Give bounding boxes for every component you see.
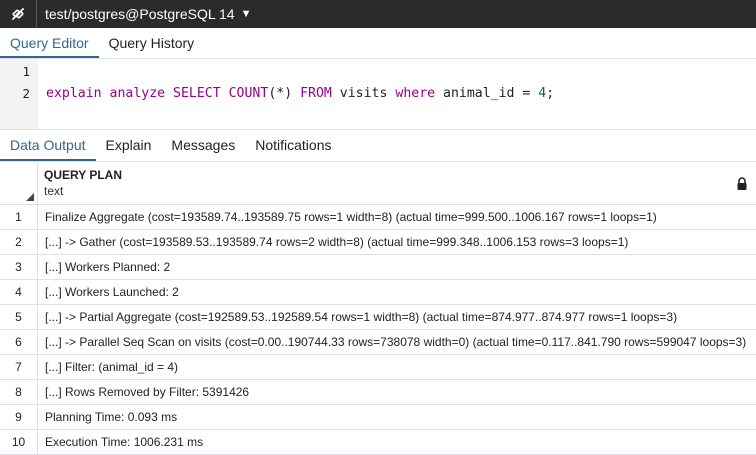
row-number[interactable]: 9 — [0, 405, 38, 429]
table-row[interactable]: 4 [...] Workers Launched: 2 — [0, 280, 756, 305]
sql-token: visits — [331, 86, 396, 101]
editor-tabs: Query Editor Query History — [0, 28, 756, 59]
row-number[interactable]: 2 — [0, 230, 38, 254]
query-plan-cell[interactable]: Execution Time: 1006.231 ms — [38, 430, 756, 454]
tab-notifications[interactable]: Notifications — [245, 130, 341, 161]
editor-line-1[interactable]: 1 — [0, 61, 756, 83]
line-number: 1 — [22, 64, 30, 79]
table-row[interactable]: 10 Execution Time: 1006.231 ms — [0, 430, 756, 455]
query-plan-cell[interactable]: [...] -> Parallel Seq Scan on visits (co… — [38, 330, 756, 354]
query-plan-cell[interactable]: [...] Rows Removed by Filter: 5391426 — [38, 380, 756, 404]
query-plan-cell[interactable]: [...] -> Gather (cost=193589.53..193589.… — [38, 230, 756, 254]
sql-keyword: explain analyze SELECT COUNT — [46, 86, 269, 101]
select-all-corner[interactable] — [0, 162, 38, 204]
table-row[interactable]: 5 [...] -> Partial Aggregate (cost=192589… — [0, 305, 756, 330]
row-number[interactable]: 1 — [0, 205, 38, 229]
sql-statement: explain analyze SELECT COUNT(*) FROM vis… — [46, 83, 554, 105]
query-plan-cell[interactable]: [...] -> Partial Aggregate (cost=192589.… — [38, 305, 756, 329]
results-grid: QUERY PLAN text 1 Finalize Aggregate (cos… — [0, 162, 756, 455]
column-header-query-plan[interactable]: QUERY PLAN text — [38, 162, 756, 204]
query-plan-cell[interactable]: [...] Workers Planned: 2 — [38, 255, 756, 279]
grid-body: 1 Finalize Aggregate (cost=193589.74..193… — [0, 205, 756, 455]
connection-selector[interactable]: test/postgres@PostgreSQL 14 ▼ — [45, 6, 251, 22]
query-plan-cell[interactable]: Finalize Aggregate (cost=193589.74..1935… — [38, 205, 756, 229]
separator — [36, 0, 37, 28]
table-row[interactable]: 7 [...] Filter: (animal_id = 4) — [0, 355, 756, 380]
query-plan-cell[interactable]: [...] Filter: (animal_id = 4) — [38, 355, 756, 379]
row-number[interactable]: 8 — [0, 380, 38, 404]
row-number[interactable]: 10 — [0, 430, 38, 454]
connection-icon[interactable] — [0, 0, 36, 28]
row-number[interactable]: 6 — [0, 330, 38, 354]
corner-triangle-icon — [26, 193, 34, 201]
row-number[interactable]: 3 — [0, 255, 38, 279]
column-name: QUERY PLAN — [44, 168, 123, 182]
sql-keyword: where — [395, 86, 436, 101]
editor-line-2[interactable]: 2 explain analyze SELECT COUNT(*) FROM v… — [0, 83, 756, 105]
tab-query-editor[interactable]: Query Editor — [0, 28, 99, 58]
tab-query-history[interactable]: Query History — [99, 28, 205, 58]
output-tabs: Data Output Explain Messages Notificatio… — [0, 130, 756, 162]
table-row[interactable]: 2 [...] -> Gather (cost=193589.53..193589… — [0, 230, 756, 255]
tab-data-output[interactable]: Data Output — [0, 130, 96, 161]
table-row[interactable]: 6 [...] -> Parallel Seq Scan on visits (c… — [0, 330, 756, 355]
lock-icon — [737, 177, 747, 190]
table-row[interactable]: 3 [...] Workers Planned: 2 — [0, 255, 756, 280]
tab-messages[interactable]: Messages — [161, 130, 245, 161]
query-plan-cell[interactable]: [...] Workers Launched: 2 — [38, 280, 756, 304]
sql-token: (*) — [268, 86, 293, 101]
row-number[interactable]: 7 — [0, 355, 38, 379]
line-number: 2 — [22, 86, 30, 101]
chevron-down-icon[interactable]: ▼ — [241, 8, 252, 20]
table-row[interactable]: 9 Planning Time: 0.093 ms — [0, 405, 756, 430]
sql-token: animal_id = — [435, 86, 539, 101]
sql-editor[interactable]: 1 2 explain analyze SELECT COUNT(*) FROM… — [0, 59, 756, 130]
query-plan-cell[interactable]: Planning Time: 0.093 ms — [38, 405, 756, 429]
sql-token: ; — [546, 86, 555, 101]
tab-explain[interactable]: Explain — [96, 130, 162, 161]
connection-title: test/postgres@PostgreSQL 14 — [45, 6, 235, 22]
table-row[interactable]: 1 Finalize Aggregate (cost=193589.74..193… — [0, 205, 756, 230]
row-number[interactable]: 4 — [0, 280, 38, 304]
connection-bar: test/postgres@PostgreSQL 14 ▼ — [0, 0, 756, 28]
row-number[interactable]: 5 — [0, 305, 38, 329]
grid-header: QUERY PLAN text — [0, 162, 756, 205]
table-row[interactable]: 8 [...] Rows Removed by Filter: 5391426 — [0, 380, 756, 405]
sql-keyword: FROM — [292, 86, 332, 101]
column-type: text — [44, 184, 64, 198]
